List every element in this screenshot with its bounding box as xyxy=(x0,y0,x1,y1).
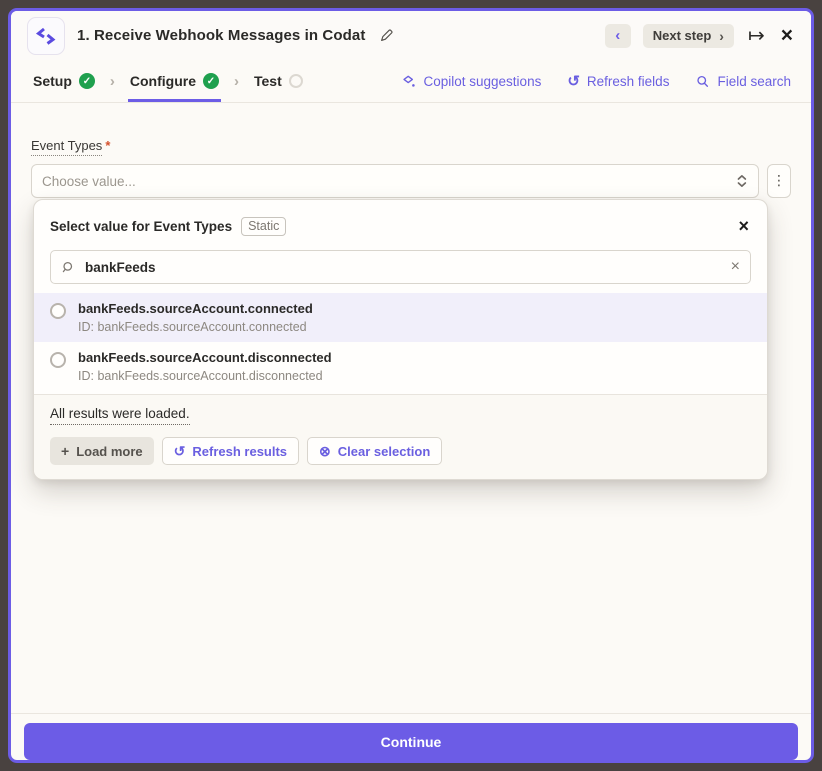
tab-separator-chevron-icon: › xyxy=(234,60,239,102)
field-options-menu-button[interactable]: ⋮ xyxy=(767,164,791,198)
tab-setup[interactable]: Setup ✓ xyxy=(31,60,97,102)
event-types-label-row: Event Types * xyxy=(31,138,791,156)
refresh-results-button[interactable]: ↺ Refresh results xyxy=(162,437,299,465)
chevron-left-icon: ‹ xyxy=(615,27,620,44)
tab-toolbar: Copilot suggestions ↺ Refresh fields Fie… xyxy=(401,60,792,102)
chevron-right-icon: › xyxy=(719,28,724,44)
refresh-icon: ↺ xyxy=(174,444,186,458)
refresh-fields-label: Refresh fields xyxy=(587,74,670,89)
clear-selection-label: Clear selection xyxy=(338,444,431,459)
previous-step-button[interactable]: ‹ xyxy=(605,24,631,48)
configure-complete-check-icon: ✓ xyxy=(203,73,219,89)
tab-configure-label: Configure xyxy=(130,73,196,89)
dropdown-close-button[interactable]: × xyxy=(736,215,751,237)
option-row[interactable]: bankFeeds.sourceAccount.connected ID: ba… xyxy=(34,293,767,342)
codat-app-icon xyxy=(27,17,65,55)
step-editor-panel: 1. Receive Webhook Messages in Codat ‹ N… xyxy=(8,8,814,763)
radio-icon[interactable] xyxy=(50,352,66,368)
circled-x-icon: ⊗ xyxy=(319,444,331,458)
option-label: bankFeeds.sourceAccount.disconnected xyxy=(78,350,332,365)
test-incomplete-circle-icon xyxy=(289,74,303,88)
tab-test-label: Test xyxy=(254,73,282,89)
dropdown-footer-buttons: + Load more ↺ Refresh results ⊗ Clear se… xyxy=(50,437,751,465)
clear-selection-button[interactable]: ⊗ Clear selection xyxy=(307,437,442,465)
load-more-label: Load more xyxy=(76,444,142,459)
panel-footer: Continue xyxy=(11,713,811,760)
continue-button[interactable]: Continue xyxy=(24,723,798,760)
option-label: bankFeeds.sourceAccount.connected xyxy=(78,301,313,316)
radio-icon[interactable] xyxy=(50,303,66,319)
tab-test[interactable]: Test xyxy=(252,60,305,102)
copilot-suggestions-label: Copilot suggestions xyxy=(424,74,542,89)
event-types-select-input[interactable] xyxy=(42,174,736,189)
refresh-fields-button[interactable]: ↺ Refresh fields xyxy=(567,74,669,89)
sparkle-icon xyxy=(401,73,417,89)
panel-header: 1. Receive Webhook Messages in Codat ‹ N… xyxy=(11,11,811,60)
dropdown-header: Select value for Event Types Static × xyxy=(34,200,767,245)
option-text: bankFeeds.sourceAccount.disconnected ID:… xyxy=(78,350,332,383)
close-icon: × xyxy=(738,217,749,235)
required-asterisk: * xyxy=(105,138,110,153)
collapse-panel-button[interactable]: ↦ xyxy=(746,24,767,48)
field-search-label: Field search xyxy=(717,74,791,89)
copilot-suggestions-button[interactable]: Copilot suggestions xyxy=(401,73,542,89)
code-chevrons-icon xyxy=(34,24,58,48)
setup-complete-check-icon: ✓ xyxy=(79,73,95,89)
close-icon: × xyxy=(731,258,740,275)
next-step-label: Next step xyxy=(653,28,712,43)
results-status-text: All results were loaded. xyxy=(50,406,190,425)
next-step-button[interactable]: Next step › xyxy=(643,24,734,48)
option-id: ID: bankFeeds.sourceAccount.disconnected xyxy=(78,369,332,383)
step-tabbar: Setup ✓ › Configure ✓ › Test Copilot sug… xyxy=(11,60,811,103)
event-types-select[interactable] xyxy=(31,164,759,198)
refresh-results-label: Refresh results xyxy=(192,444,287,459)
close-panel-button[interactable]: × xyxy=(779,23,795,48)
dropdown-search-input[interactable] xyxy=(85,260,722,275)
dropdown-footer: All results were loaded. + Load more ↺ R… xyxy=(34,394,767,479)
dropdown-options-list: bankFeeds.sourceAccount.connected ID: ba… xyxy=(34,293,767,394)
event-types-select-row: ⋮ xyxy=(31,164,791,198)
chevron-updown-icon xyxy=(736,174,748,188)
load-more-button[interactable]: + Load more xyxy=(50,437,154,465)
clear-search-button[interactable]: × xyxy=(731,259,740,275)
refresh-icon: ↺ xyxy=(567,74,580,89)
tab-setup-label: Setup xyxy=(33,73,72,89)
field-search-button[interactable]: Field search xyxy=(695,74,791,89)
dropdown-title: Select value for Event Types xyxy=(50,219,232,234)
option-row[interactable]: bankFeeds.sourceAccount.disconnected ID:… xyxy=(34,342,767,391)
edit-title-pencil-icon[interactable] xyxy=(379,28,394,43)
search-icon xyxy=(695,74,710,89)
event-types-dropdown: Select value for Event Types Static × × xyxy=(33,199,768,480)
static-badge: Static xyxy=(241,217,286,236)
tab-separator-chevron-icon: › xyxy=(110,60,115,102)
dropdown-search-box: × xyxy=(50,250,751,284)
kebab-menu-icon: ⋮ xyxy=(772,173,786,189)
bar-arrow-right-icon: ↦ xyxy=(748,26,765,46)
option-text: bankFeeds.sourceAccount.connected ID: ba… xyxy=(78,301,313,334)
close-icon: × xyxy=(781,25,793,46)
tab-configure[interactable]: Configure ✓ xyxy=(128,60,221,102)
plus-icon: + xyxy=(61,444,69,458)
search-icon xyxy=(61,260,76,275)
step-title: 1. Receive Webhook Messages in Codat xyxy=(77,27,365,44)
event-types-field-label: Event Types xyxy=(31,138,102,156)
option-id: ID: bankFeeds.sourceAccount.connected xyxy=(78,320,313,334)
configure-form-body: Event Types * ⋮ Select value for Event T… xyxy=(11,103,811,713)
